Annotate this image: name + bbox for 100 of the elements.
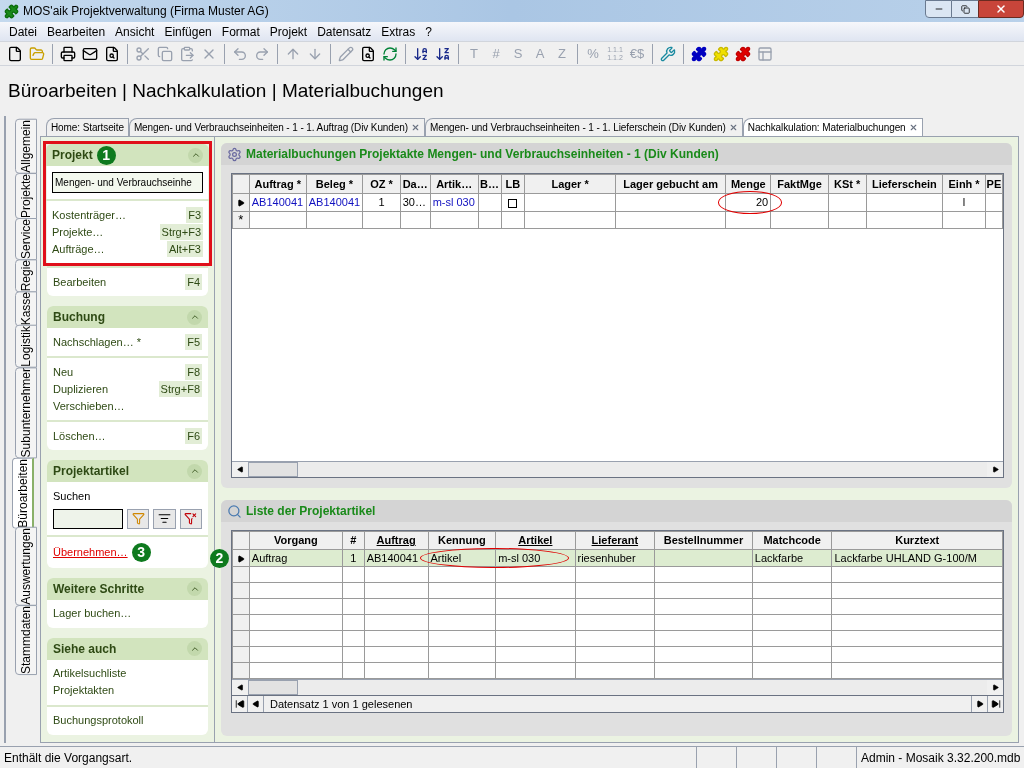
horizontal-scrollbar[interactable] [232,679,1003,695]
shortcut-label: Strg+F3 [159,223,203,241]
project-field[interactable]: Mengen- und Verbrauchseinhe [52,172,203,193]
command-link[interactable]: Neu [53,363,74,381]
scroll-thumb[interactable] [248,462,298,477]
close-tab-icon[interactable] [410,123,420,132]
side-tab[interactable]: Allgemein [15,119,37,174]
scroll-left-icon[interactable] [236,466,244,473]
apply-link[interactable]: Übernehmen… [53,543,128,561]
menu-item[interactable]: Extras [376,22,421,41]
menu-item[interactable]: Datensatz [312,22,377,41]
puzzle-icon[interactable] [691,45,707,62]
menu-item[interactable]: Einfügen [159,22,217,41]
table-cell: m-sl 030 [498,551,541,564]
current-row-icon [236,199,245,208]
document-tab[interactable]: Nachkalkulation: Materialbuchungen [742,118,923,136]
side-tab[interactable]: Auswertungen [15,527,37,606]
document-icon[interactable] [7,45,23,62]
copy-icon[interactable] [157,45,173,62]
command-link[interactable]: Artikelsuchliste [53,665,127,682]
section-title: Buchung [53,309,105,326]
scroll-left-icon[interactable] [236,684,244,691]
side-tab[interactable]: Regie [15,258,37,293]
undo-icon[interactable] [232,45,248,62]
scroll-right-icon[interactable] [991,684,999,691]
collapse-icon[interactable] [190,150,201,160]
command-link[interactable]: Duplizieren [53,380,109,398]
document-search-icon[interactable] [104,45,120,62]
checkbox[interactable] [508,198,518,208]
scissors-icon[interactable] [135,45,151,62]
side-tab[interactable]: Kasse [15,291,37,327]
clipboard-icon[interactable] [179,45,195,62]
menu-item[interactable]: Bearbeiten [42,22,111,41]
command-link[interactable]: Verschieben… [53,397,125,415]
command-link[interactable]: Bearbeiten [53,273,107,291]
puzzle-icon[interactable] [735,45,751,62]
scroll-right-icon[interactable] [991,466,999,473]
document-tab[interactable]: Home: Startseite [46,118,129,136]
clear-filter-icon[interactable] [184,512,198,525]
close-icon[interactable] [995,3,1007,15]
document-tab[interactable]: Mengen- und Verbrauchseinheiten - 1 - 1. Auftrag (Div Kunden) [128,118,425,136]
side-tab[interactable]: Logistik [15,325,37,369]
sort-ascending-icon[interactable] [413,45,429,62]
table-cell: 20 [755,196,769,208]
side-tab[interactable]: Stammdaten [15,605,37,676]
menu-item[interactable]: Format [216,22,265,41]
document-tab[interactable]: Mengen- und Verbrauchseinheiten - 1 - 1. Lieferschein (Div Kunden) [424,118,743,136]
menu-item[interactable]: Datei [4,22,42,41]
side-tab[interactable]: Büroarbeiten [12,457,34,529]
step-badge: 1 [96,145,116,165]
redo-icon[interactable] [254,45,270,62]
app-icon [4,3,19,19]
command-link[interactable]: Nachschlagen… * [53,333,142,351]
command-link[interactable]: Kostenträger… [52,206,126,224]
envelope-icon[interactable] [82,45,98,62]
horizontal-scrollbar[interactable] [232,461,1003,477]
scroll-thumb[interactable] [248,680,298,695]
command-link[interactable]: Projektakten [53,682,115,699]
table-cell: 1 [378,196,385,208]
side-tab[interactable]: Service [15,217,37,260]
column-header[interactable]: Kurztext [895,534,940,546]
menu-item[interactable]: Ansicht [110,22,160,41]
table-cell: Lackfarbe [754,551,804,564]
command-link[interactable]: Buchungsprotokoll [53,712,144,729]
next-record-icon[interactable] [975,700,984,708]
menu-item[interactable]: ? [420,22,437,41]
step-badge: 3 [131,542,151,562]
search-icon[interactable] [360,45,376,62]
command-link[interactable]: Lager buchen… [53,605,132,622]
search-field[interactable] [53,508,123,529]
printer-icon[interactable] [60,45,76,62]
table-cell: 1 [350,551,357,564]
panel-title: Materialbuchungen Projektakte Mengen- und Verbrauchseinheiten - 1 (Div Kunden) [246,146,719,163]
refresh-icon[interactable] [382,45,398,62]
shortcut-label: F5 [185,333,202,351]
command-link[interactable]: Aufträge… [52,240,105,258]
collapse-icon[interactable] [189,466,200,476]
section-title: Projektartikel [53,463,130,480]
last-record-icon[interactable] [990,699,1001,709]
restore-icon[interactable] [960,4,970,14]
window-title: MOS'aik Projektverwaltung (Firma Muster AG) [23,3,269,20]
command-link[interactable]: Projekte… [52,223,104,241]
first-record-icon[interactable] [234,699,245,709]
current-row-icon [236,554,245,563]
close-tab-icon[interactable] [908,123,918,132]
previous-record-icon[interactable] [251,700,260,708]
filter-icon[interactable] [131,512,145,525]
filter-list-icon[interactable] [158,512,171,525]
status-database: Admin - Mosaik 3.32.200.mdb [856,747,1024,768]
sort-descending-icon[interactable] [435,45,451,62]
side-tab[interactable]: Subunternehmer [15,367,37,459]
close-tab-icon[interactable] [728,123,738,132]
collapse-icon[interactable] [189,312,200,322]
menu-item[interactable]: Projekt [264,22,313,41]
wrench-icon[interactable] [660,45,676,62]
status-message: Enthält die Vorgangsart. [3,749,134,767]
table-cell: l [962,196,966,208]
side-tab[interactable]: Projekte [15,172,37,219]
command-link[interactable]: Löschen… [53,427,106,445]
pencil-icon[interactable] [338,45,354,62]
